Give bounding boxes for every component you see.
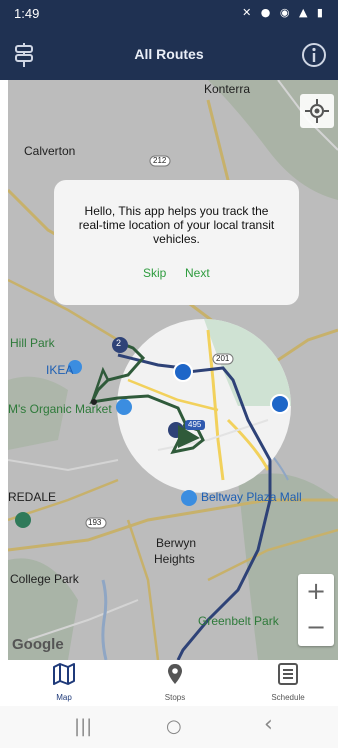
map-label-heights: Heights [154,552,195,566]
map-label-route-212: 212 [153,156,167,165]
zoom-controls: + − [298,574,334,646]
map-view[interactable]: Konterra Calverton 212 Hill Park IKEA M'… [8,80,338,660]
map-label-hill-park: Hill Park [10,336,55,350]
nav-schedule-label: Schedule [271,693,305,702]
crosshair-icon [305,99,329,123]
onboarding-tooltip: Hello, This app helps you track the real… [54,180,299,305]
status-bar: 1:49 ✕ ● ◉ ▲ ▮ [0,0,338,30]
nav-map-label: Map [56,693,72,702]
map-label-ikea: IKEA [46,363,74,377]
map-label-college-park: College Park [10,572,79,586]
nav-schedule[interactable]: Schedule [248,662,328,702]
map-label-route-193: 193 [88,518,102,527]
location-pin-icon [168,664,182,684]
zoom-in-button[interactable]: + [298,574,334,610]
status-time: 1:49 [14,6,40,21]
bottom-navigation: Map Stops Schedule [8,660,338,706]
nav-stops-label: Stops [164,693,186,702]
recents-button[interactable]: ||| [74,716,92,737]
google-logo: Google [12,636,64,653]
tooltip-message: Hello, This app helps you track the real… [78,204,275,246]
nav-map[interactable]: Map [24,662,104,702]
schedule-list-icon [278,663,298,685]
map-label-organic-market: M's Organic Market [8,402,112,416]
zoom-out-button[interactable]: − [298,610,334,646]
system-navigation-bar: ||| ○ ‹ [0,706,338,748]
map-label-route-201: 201 [216,354,230,363]
nav-stops[interactable]: Stops [135,662,215,702]
map-label-redale: REDALE [8,490,57,504]
map-label-calverton: Calverton [24,144,76,158]
map-label-berwyn: Berwyn [156,536,197,550]
map-label-greenbelt-park: Greenbelt Park [198,614,279,628]
next-button[interactable]: Next [185,266,210,280]
map-label-route-495: 495 [188,420,202,429]
home-button[interactable]: ○ [166,716,182,737]
map-label-beltway-plaza-mall: Beltway Plaza Mall [201,490,302,504]
back-button[interactable]: ‹ [264,712,273,737]
map-label-konterra: Konterra [204,82,251,96]
map-icon [53,663,75,685]
skip-button[interactable]: Skip [143,266,166,280]
my-location-button[interactable] [300,94,334,128]
app-bar: All Routes [0,30,338,80]
bus-marker-label[interactable]: 2 [116,338,121,348]
status-icons: ✕ ● ◉ ▲ ▮ [242,6,326,19]
info-icon[interactable] [300,41,328,69]
page-title: All Routes [134,46,204,62]
